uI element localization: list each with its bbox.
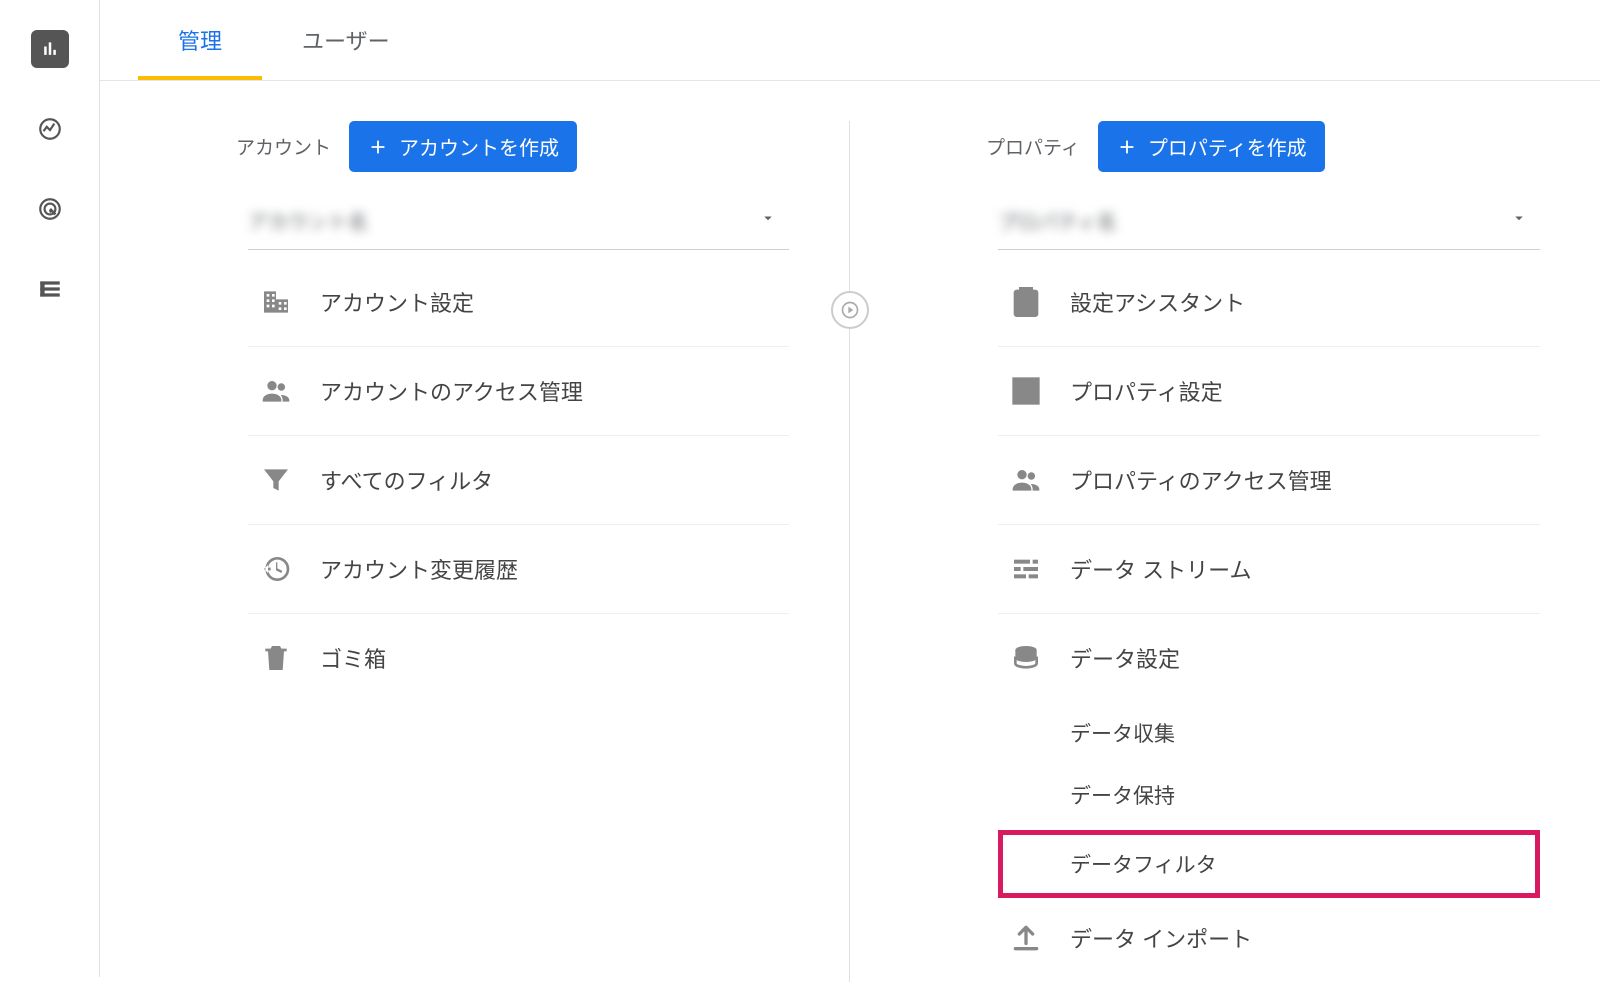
data-streams-item[interactable]: データ ストリーム — [998, 525, 1540, 614]
account-history-item[interactable]: アカウント変更履歴 — [248, 525, 789, 614]
data-filter-subitem[interactable]: データフィルタ — [998, 830, 1540, 898]
upload-icon — [1008, 920, 1044, 956]
property-access-item[interactable]: プロパティのアクセス管理 — [998, 436, 1540, 525]
dropdown-arrow-icon — [759, 209, 777, 232]
trash-item[interactable]: ゴミ箱 — [248, 614, 789, 702]
menu-item-label: プロパティのアクセス管理 — [1070, 464, 1332, 496]
property-column-header: プロパティ プロパティを作成 — [986, 121, 1540, 172]
property-column: プロパティ プロパティを作成 プロパティ名 設定アシスタント — [850, 121, 1600, 982]
create-account-label: アカウントを作成 — [399, 132, 559, 161]
admin-tabs: 管理 ユーザー — [100, 0, 1600, 81]
account-selected-value: アカウント名 — [248, 206, 368, 235]
menu-item-label: プロパティ設定 — [1070, 375, 1223, 407]
nav-realtime-icon[interactable] — [31, 110, 69, 148]
property-settings-item[interactable]: プロパティ設定 — [998, 347, 1540, 436]
admin-columns: アカウント アカウントを作成 アカウント名 アカウント設定 — [100, 81, 1600, 982]
create-property-label: プロパティを作成 — [1148, 132, 1307, 161]
plus-icon — [367, 136, 389, 158]
account-column: アカウント アカウントを作成 アカウント名 アカウント設定 — [100, 121, 850, 982]
transfer-button[interactable] — [831, 291, 869, 329]
account-label: アカウント — [236, 133, 331, 160]
main-content: 管理 ユーザー アカウント アカウントを作成 アカウント名 — [100, 0, 1600, 977]
menu-item-label: データ設定 — [1070, 642, 1180, 674]
data-import-item[interactable]: データ インポート — [998, 902, 1540, 982]
menu-item-label: アカウントのアクセス管理 — [320, 375, 583, 407]
account-access-item[interactable]: アカウントのアクセス管理 — [248, 347, 789, 436]
building-icon — [258, 284, 294, 320]
data-retention-subitem[interactable]: データ保持 — [998, 764, 1540, 826]
nav-explore-icon[interactable] — [31, 190, 69, 228]
people-icon — [1008, 462, 1044, 498]
tab-user[interactable]: ユーザー — [262, 0, 430, 80]
layout-icon — [1008, 373, 1044, 409]
menu-item-label: 設定アシスタント — [1070, 286, 1245, 318]
people-icon — [258, 373, 294, 409]
history-icon — [258, 551, 294, 587]
account-settings-item[interactable]: アカウント設定 — [248, 258, 789, 347]
dropdown-arrow-icon — [1510, 209, 1528, 232]
property-selector[interactable]: プロパティ名 — [998, 192, 1540, 250]
account-column-header: アカウント アカウントを作成 — [236, 121, 789, 172]
data-settings-item[interactable]: データ設定 — [998, 614, 1540, 702]
menu-item-label: アカウント設定 — [320, 286, 474, 318]
left-nav-rail — [0, 0, 100, 977]
filter-icon — [258, 462, 294, 498]
checklist-icon — [1008, 284, 1044, 320]
account-selector[interactable]: アカウント名 — [248, 192, 789, 250]
tab-admin[interactable]: 管理 — [138, 0, 262, 80]
trash-icon — [258, 640, 294, 676]
plus-icon — [1116, 136, 1138, 158]
menu-item-label: アカウント変更履歴 — [320, 553, 518, 585]
arrow-right-circle-icon — [840, 300, 860, 320]
database-icon — [1008, 640, 1044, 676]
data-collection-subitem[interactable]: データ収集 — [998, 702, 1540, 764]
nav-configure-icon[interactable] — [31, 270, 69, 308]
menu-item-label: データ インポート — [1070, 922, 1252, 954]
menu-item-label: すべてのフィルタ — [320, 464, 493, 496]
account-menu-list: アカウント設定 アカウントのアクセス管理 すべてのフィルタ — [248, 258, 789, 702]
property-menu-list: 設定アシスタント プロパティ設定 プロパティのアクセス管理 — [998, 258, 1540, 982]
stream-icon — [1008, 551, 1044, 587]
create-account-button[interactable]: アカウントを作成 — [349, 121, 577, 172]
setup-assistant-item[interactable]: 設定アシスタント — [998, 258, 1540, 347]
property-selected-value: プロパティ名 — [998, 206, 1117, 235]
create-property-button[interactable]: プロパティを作成 — [1098, 121, 1325, 172]
nav-reports-icon[interactable] — [31, 30, 69, 68]
property-label: プロパティ — [986, 133, 1080, 160]
menu-item-label: データ ストリーム — [1070, 553, 1251, 585]
all-filters-item[interactable]: すべてのフィルタ — [248, 436, 789, 525]
menu-item-label: ゴミ箱 — [320, 642, 386, 674]
